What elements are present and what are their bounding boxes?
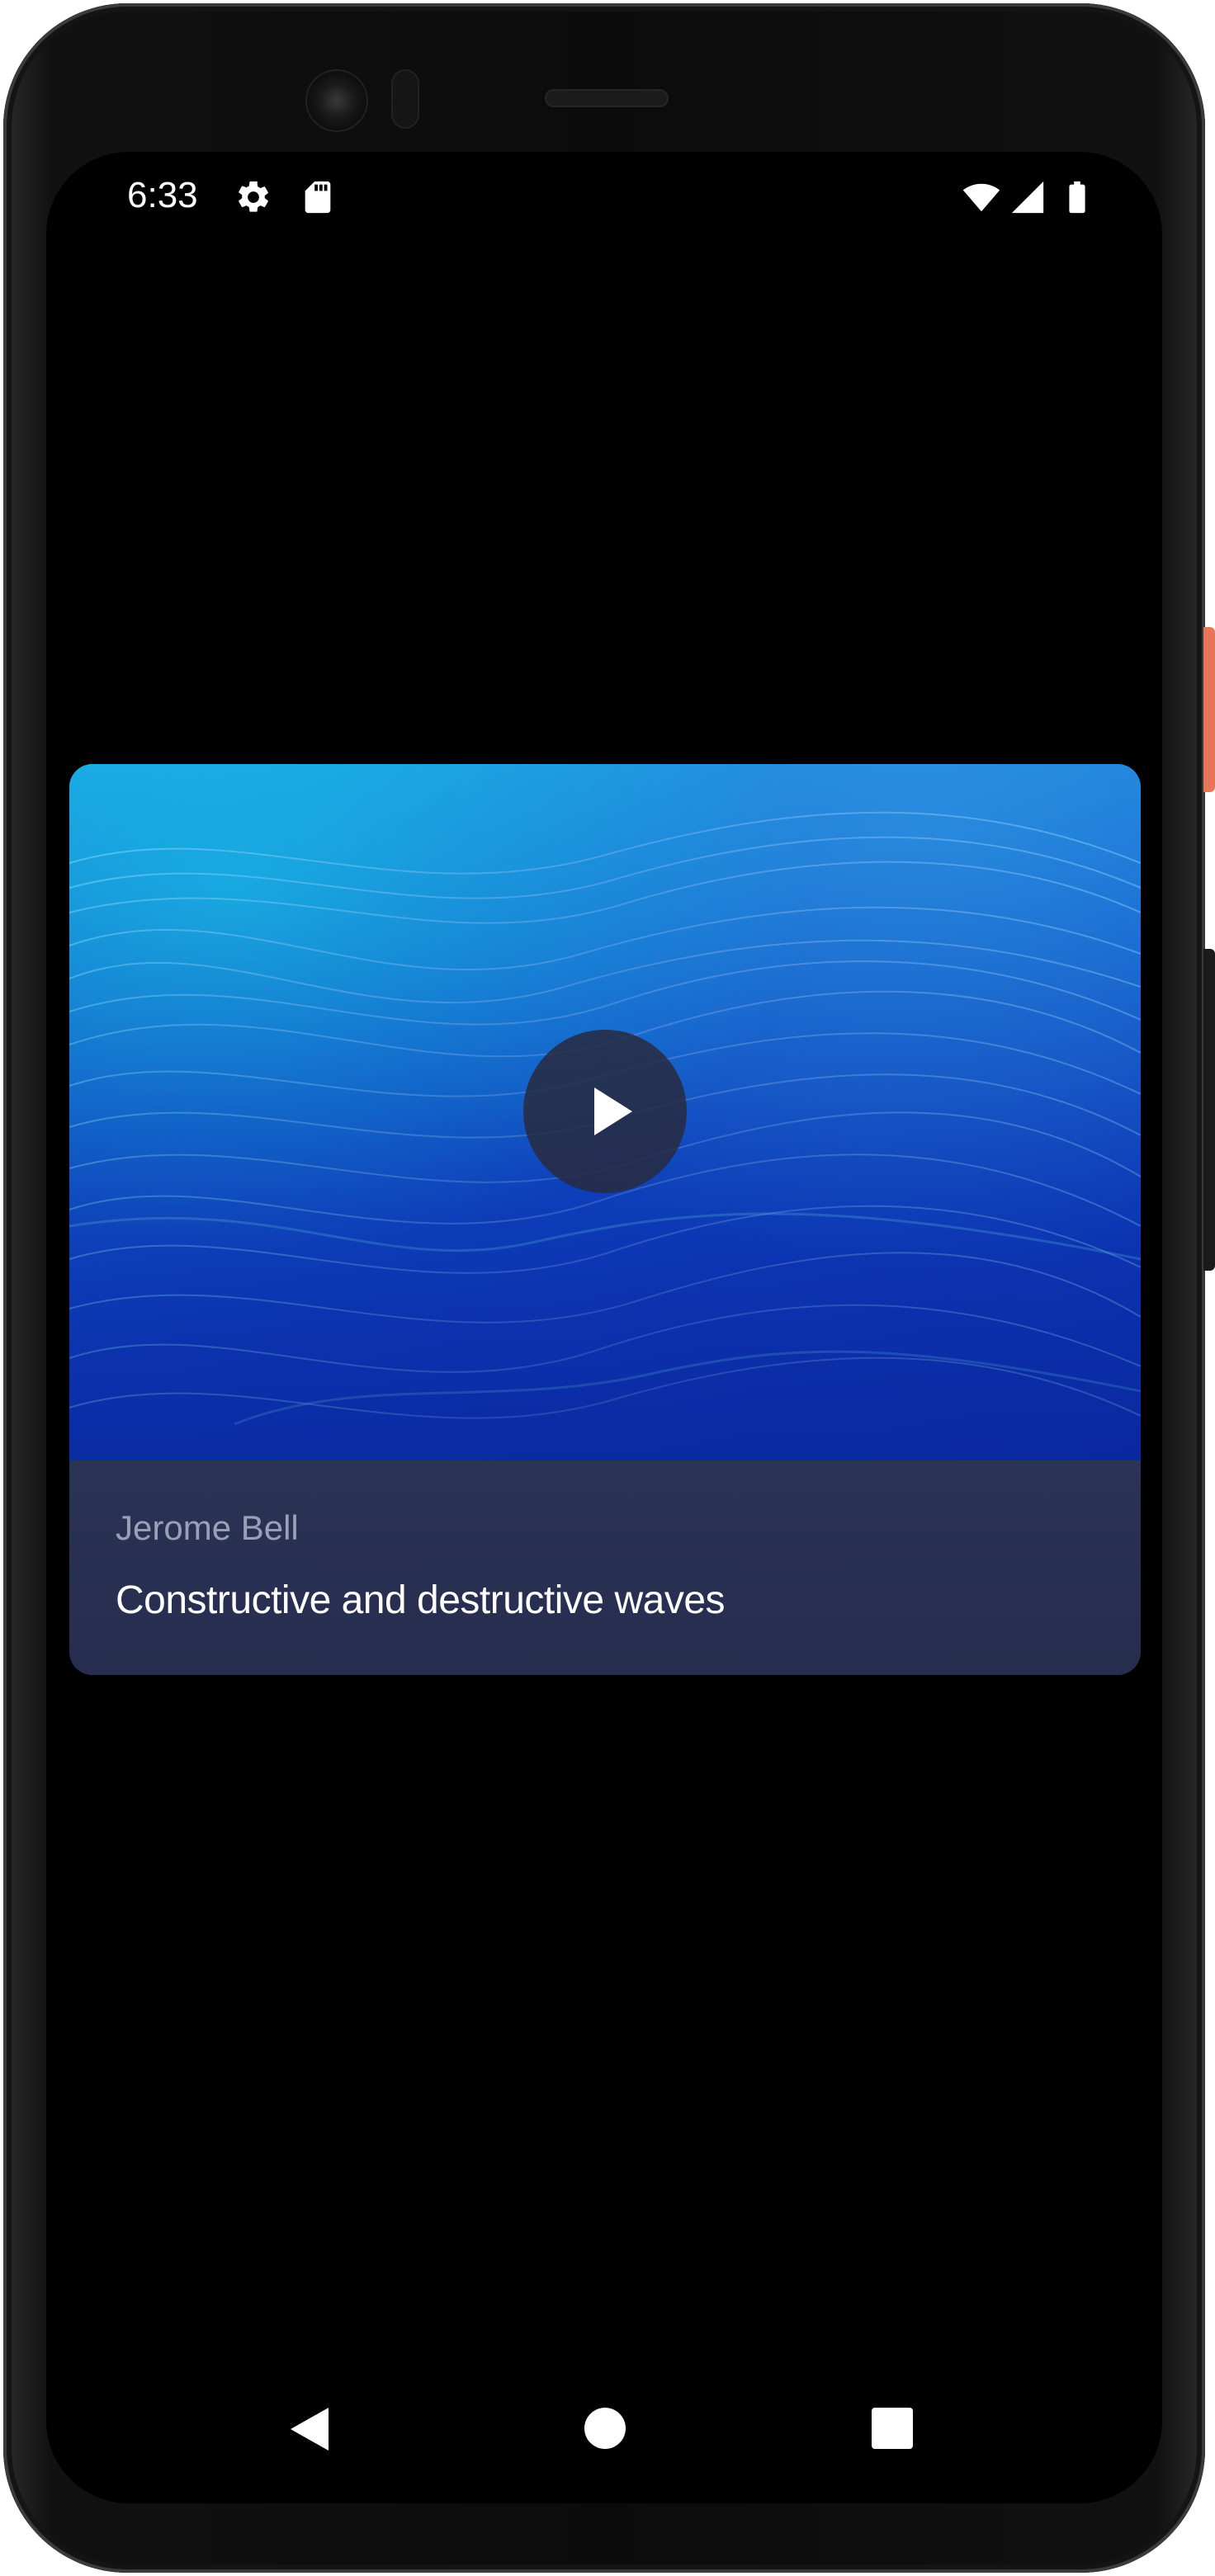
proximity-sensor xyxy=(391,69,419,129)
blue-waves-thumbnail[interactable] xyxy=(69,764,1141,1460)
back-icon[interactable] xyxy=(291,2408,329,2451)
volume-button xyxy=(1203,949,1215,1271)
video-author: Jerome Bell xyxy=(116,1508,299,1547)
settings-gear-icon xyxy=(239,181,268,212)
front-camera xyxy=(307,71,366,130)
earpiece-speaker xyxy=(545,89,669,107)
battery-icon xyxy=(1069,181,1085,214)
video-card[interactable]: Jerome Bell Constructive and destructive… xyxy=(69,764,1141,1675)
navigation-bar xyxy=(46,2380,1162,2503)
play-button[interactable] xyxy=(523,1030,687,1193)
wifi-icon xyxy=(962,183,1000,212)
device-screen: 6:33 Jerome Bell Constructive and destru… xyxy=(46,152,1162,2503)
video-title: Constructive and destructive waves xyxy=(116,1578,726,1622)
status-bar: 6:33 xyxy=(46,152,1162,243)
home-icon[interactable] xyxy=(584,2408,626,2449)
sd-card-icon xyxy=(305,181,331,214)
power-button xyxy=(1203,627,1215,792)
play-icon xyxy=(594,1087,632,1135)
status-time: 6:33 xyxy=(127,175,198,215)
video-info[interactable]: Jerome Bell Constructive and destructive… xyxy=(69,1460,1141,1675)
phone-device: 6:33 Jerome Bell Constructive and destru… xyxy=(0,0,1215,2576)
recents-icon[interactable] xyxy=(872,2408,913,2449)
cellular-signal-icon xyxy=(1011,181,1044,214)
